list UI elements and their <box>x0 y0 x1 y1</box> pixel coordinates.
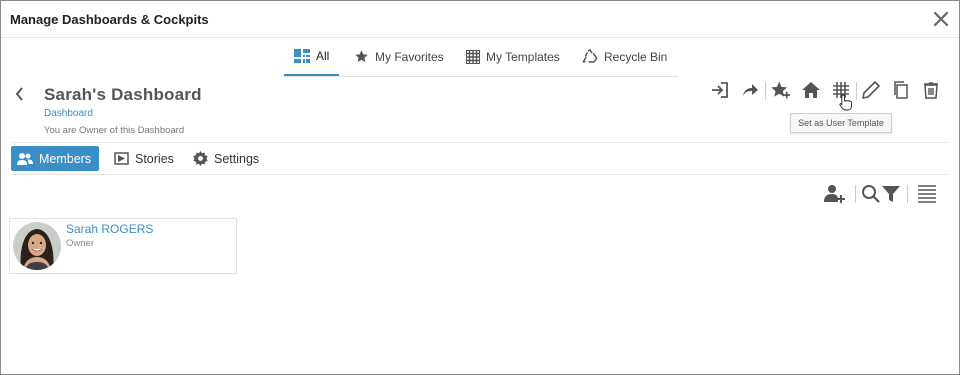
gear-icon <box>193 151 208 166</box>
recycle-icon <box>582 49 598 63</box>
add-member-icon[interactable] <box>824 184 845 204</box>
tab-my-templates[interactable]: My Templates <box>466 38 560 75</box>
tab-recycle-bin[interactable]: Recycle Bin <box>582 38 667 75</box>
copy-icon[interactable] <box>891 80 911 100</box>
toolbar-separator <box>907 185 908 203</box>
member-name[interactable]: Sarah ROGERS <box>66 222 153 236</box>
add-favorite-icon[interactable] <box>770 80 790 100</box>
users-icon <box>17 152 33 165</box>
trash-icon[interactable] <box>921 80 941 100</box>
tooltip: Set as User Template <box>790 113 892 133</box>
avatar <box>13 222 61 270</box>
close-icon[interactable] <box>931 9 951 29</box>
toolbar-separator <box>856 82 857 100</box>
grid-template-icon <box>466 49 480 64</box>
subtab-label: Members <box>39 151 92 166</box>
back-chevron-icon[interactable] <box>13 85 27 103</box>
tab-all[interactable]: All <box>284 38 340 76</box>
sign-in-icon[interactable] <box>710 80 730 100</box>
star-icon <box>355 50 368 63</box>
dashboard-type-link[interactable]: Dashboard <box>44 108 93 119</box>
toolbar-separator <box>855 185 856 203</box>
toolbar-separator <box>765 82 766 100</box>
tab-label: Recycle Bin <box>604 49 668 64</box>
edit-pencil-icon[interactable] <box>861 80 881 100</box>
home-icon[interactable] <box>801 80 821 100</box>
search-icon[interactable] <box>861 184 881 204</box>
subtab-settings[interactable]: Settings <box>193 146 259 171</box>
subtab-label: Stories <box>135 151 174 166</box>
dashboard-owner-text: You are Owner of this Dashboard <box>44 125 185 136</box>
tab-my-favorites[interactable]: My Favorites <box>354 38 444 75</box>
list-view-icon[interactable] <box>917 184 937 204</box>
subtab-stories[interactable]: Stories <box>114 146 174 171</box>
share-icon[interactable] <box>740 80 760 100</box>
tab-label: My Templates <box>486 49 560 64</box>
divider <box>11 174 947 175</box>
member-role: Owner <box>66 238 94 249</box>
manage-dashboards-dialog: Manage Dashboards & Cockpits All My Favo… <box>0 0 960 375</box>
dialog-title: Manage Dashboards & Cockpits <box>10 12 209 27</box>
member-card[interactable]: Sarah ROGERS Owner <box>9 218 237 274</box>
dialog-titlebar: Manage Dashboards & Cockpits <box>1 1 959 38</box>
main-tabs: All My Favorites My Templates Recycle Bi… <box>284 38 678 77</box>
stories-icon <box>114 152 129 165</box>
tab-label: My Favorites <box>375 49 444 64</box>
hand-cursor-icon <box>839 94 852 111</box>
subtab-members[interactable]: Members <box>11 146 100 171</box>
tab-label: All <box>316 49 330 63</box>
filter-icon[interactable] <box>881 184 901 204</box>
dashboard-title: Sarah's Dashboard <box>44 85 202 104</box>
divider <box>11 142 947 143</box>
dashboard-grid-icon <box>294 49 310 63</box>
subtab-label: Settings <box>214 151 260 166</box>
